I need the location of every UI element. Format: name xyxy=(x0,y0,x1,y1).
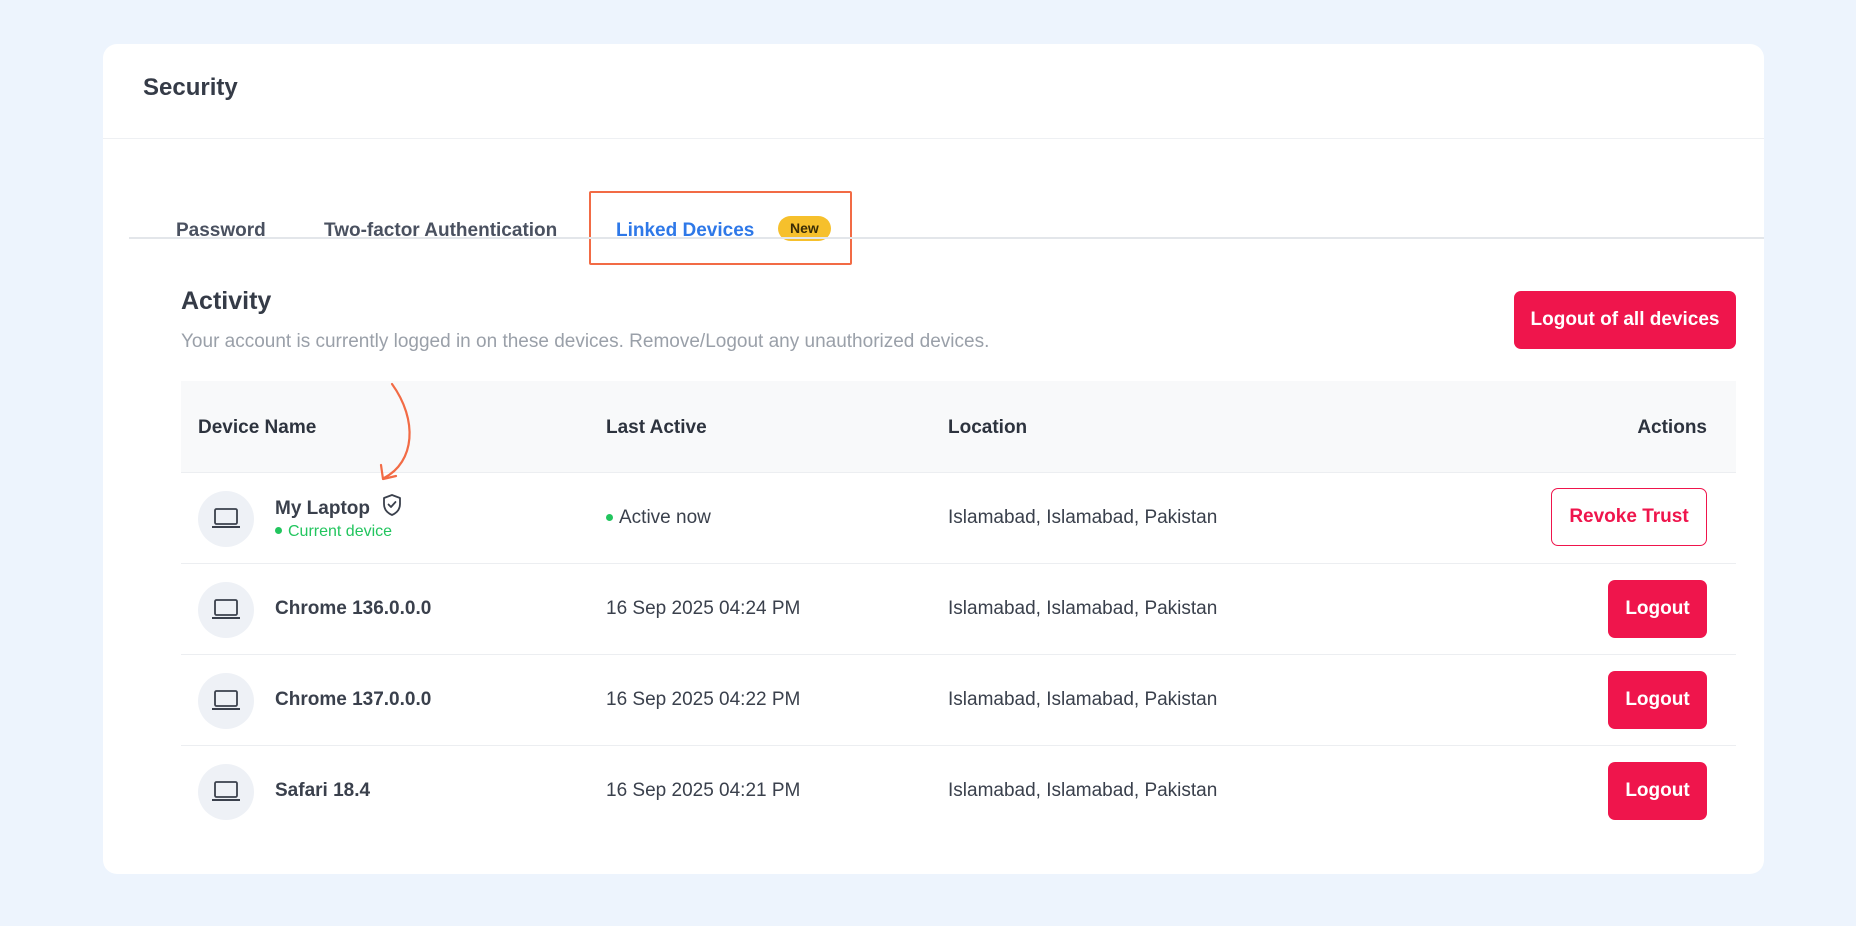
status-dot xyxy=(275,527,282,534)
tab-linked-devices[interactable]: Linked Devices New xyxy=(589,191,852,265)
laptop-icon xyxy=(212,599,240,619)
tab-bar: Password Two-factor Authentication Linke… xyxy=(103,138,1764,283)
device-name: Chrome 137.0.0.0 xyxy=(275,689,432,710)
last-active: 16 Sep 2025 04:24 PM xyxy=(606,598,801,619)
logout-button[interactable]: Logout xyxy=(1608,671,1707,729)
location: Islamabad, Islamabad, Pakistan xyxy=(948,507,1218,528)
devices-table: Device Name Last Active Location Actions… xyxy=(181,381,1736,837)
location: Islamabad, Islamabad, Pakistan xyxy=(948,598,1218,619)
table-row: Chrome 136.0.0.0 16 Sep 2025 04:24 PM Is… xyxy=(181,564,1736,655)
current-device-text: Current device xyxy=(288,523,393,540)
page-title: Security xyxy=(143,74,238,101)
logout-button[interactable]: Logout xyxy=(1608,580,1707,638)
activity-title: Activity xyxy=(181,287,272,315)
logout-button[interactable]: Logout xyxy=(1608,762,1707,820)
column-header-last-active: Last Active xyxy=(606,417,707,438)
table-row: Chrome 137.0.0.0 16 Sep 2025 04:22 PM Is… xyxy=(181,655,1736,746)
security-card: Security Password Two-factor Authenticat… xyxy=(103,44,1764,874)
laptop-icon xyxy=(212,781,240,801)
last-active: 16 Sep 2025 04:21 PM xyxy=(606,780,801,801)
table-header: Device Name Last Active Location Actions xyxy=(181,381,1736,473)
tab-divider xyxy=(129,237,1764,239)
location: Islamabad, Islamabad, Pakistan xyxy=(948,689,1218,710)
table-row: My Laptop Current device Active now Isla… xyxy=(181,473,1736,564)
logout-all-devices-button[interactable]: Logout of all devices xyxy=(1514,291,1736,349)
device-name-text: My Laptop xyxy=(275,498,370,519)
table-row: Safari 18.4 16 Sep 2025 04:21 PM Islamab… xyxy=(181,746,1736,837)
device-avatar xyxy=(198,582,254,638)
column-header-actions: Actions xyxy=(1637,417,1707,438)
status-dot xyxy=(606,514,613,521)
device-avatar xyxy=(198,673,254,729)
laptop-icon xyxy=(212,508,240,528)
device-avatar xyxy=(198,491,254,547)
laptop-icon xyxy=(212,690,240,710)
device-name: My Laptop xyxy=(275,493,403,520)
device-name: Safari 18.4 xyxy=(275,780,371,801)
location: Islamabad, Islamabad, Pakistan xyxy=(948,780,1218,801)
revoke-trust-button[interactable]: Revoke Trust xyxy=(1551,488,1707,546)
device-name: Chrome 136.0.0.0 xyxy=(275,598,432,619)
activity-description: Your account is currently logged in on t… xyxy=(181,331,990,352)
column-header-location: Location xyxy=(948,417,1028,438)
shield-check-icon xyxy=(383,494,402,516)
column-header-device: Device Name xyxy=(198,417,317,438)
device-avatar xyxy=(198,764,254,820)
last-active: 16 Sep 2025 04:22 PM xyxy=(606,689,801,710)
last-active: Active now xyxy=(606,507,711,529)
last-active-text: Active now xyxy=(619,507,711,528)
current-device-label: Current device xyxy=(275,523,392,541)
